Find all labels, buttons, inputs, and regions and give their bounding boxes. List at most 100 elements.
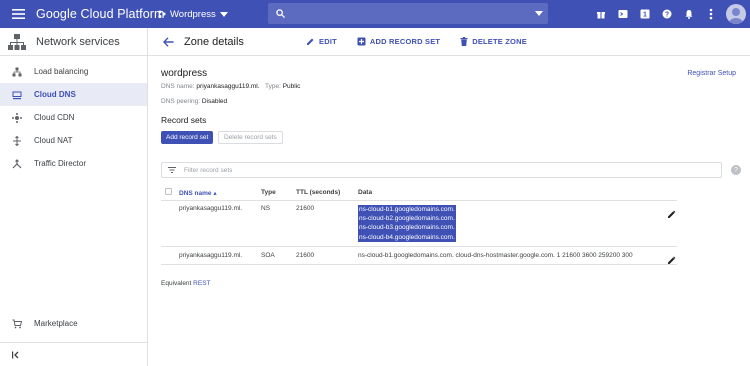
add-box-icon	[357, 37, 366, 46]
sidebar-item-load-balancing[interactable]: Load balancing	[0, 60, 147, 83]
pencil-icon	[307, 38, 314, 45]
delete-zone-button[interactable]: DELETE ZONE	[460, 37, 527, 46]
trash-icon	[460, 37, 468, 46]
record-sets-heading: Record sets	[161, 115, 207, 125]
equivalent-label: Equivalent	[161, 280, 192, 287]
sidebar-item-traffic-director[interactable]: Traffic Director	[0, 152, 147, 175]
row-ttl: 21600	[296, 246, 358, 265]
edit-button[interactable]: EDIT	[306, 37, 337, 46]
ns-record-value: ns-cloud-b4.googledomains.com.	[358, 232, 456, 243]
row-type: NS	[261, 200, 296, 247]
top-app-bar: Google Cloud Platform Wordpress 1 ?	[0, 0, 750, 28]
action-bar: Zone details EDIT ADD RECORD SET DELETE …	[148, 28, 750, 56]
search-expand-icon[interactable]	[530, 11, 548, 16]
search-input[interactable]	[291, 8, 530, 19]
svg-text:1: 1	[643, 12, 647, 19]
type-label: Type:	[264, 83, 281, 90]
dns-icon	[12, 91, 22, 99]
rest-link[interactable]: REST	[193, 280, 210, 287]
type-value: Public	[282, 83, 301, 90]
ns-record-value: ns-cloud-b2.googledomains.com.	[358, 213, 456, 224]
account-avatar[interactable]	[726, 4, 746, 24]
record-sets-table: DNS name ▴ Type TTL (seconds) Data priya…	[161, 186, 677, 265]
zone-peering: DNS peering: Disabled	[161, 98, 227, 105]
dropdown-arrow-icon	[219, 11, 228, 17]
sidebar-title: Network services	[36, 35, 120, 48]
ns-record-value: ns-cloud-b3.googledomains.com.	[358, 223, 456, 233]
cart-icon	[12, 319, 22, 328]
row-dns-name: priyankasaggu119.ml.	[179, 246, 261, 265]
network-services-icon	[8, 33, 26, 50]
sidebar-item-label: Cloud CDN	[34, 113, 75, 122]
dns-name-value: priyankasaggu119.ml.	[196, 83, 260, 90]
sort-ascending-icon: ▴	[213, 189, 217, 197]
filter-input[interactable]	[184, 166, 721, 174]
load-balancing-icon	[12, 67, 22, 76]
project-hierarchy-icon	[158, 10, 166, 18]
help-circle-icon[interactable]: ?	[731, 165, 741, 175]
row-data: ns-cloud-b1.googledomains.com. cloud-dns…	[358, 246, 677, 265]
bell-icon[interactable]	[678, 0, 700, 28]
collapse-sidebar-button[interactable]	[0, 342, 147, 366]
more-vert-icon[interactable]	[700, 0, 722, 28]
page-title: Zone details	[184, 35, 244, 48]
hamburger-menu-icon[interactable]	[0, 0, 36, 28]
add-record-set-label: ADD RECORD SET	[369, 37, 441, 46]
ns-record-value: ns-cloud-b1.googledomains.com.	[358, 204, 456, 214]
gift-icon[interactable]	[590, 0, 612, 28]
sidebar: Network services Load balancing Cloud DN…	[0, 28, 148, 366]
row-dns-name: priyankasaggu119.ml.	[179, 200, 261, 247]
nat-icon	[13, 135, 21, 146]
search-icon	[276, 9, 285, 18]
registrar-setup-link[interactable]: Registrar Setup	[687, 70, 736, 77]
column-ttl: TTL (seconds)	[296, 186, 358, 201]
zone-meta: DNS name: priyankasaggu119.ml. Type: Pub…	[161, 83, 300, 90]
dns-peering-label: DNS peering:	[161, 98, 201, 105]
table-row: priyankasaggu119.ml. SOA 21600 ns-cloud-…	[161, 246, 677, 265]
filter-bar[interactable]	[161, 162, 722, 178]
sidebar-item-cloud-dns[interactable]: Cloud DNS	[0, 83, 147, 106]
equivalent-rest: Equivalent REST	[161, 280, 211, 287]
sidebar-item-label: Marketplace	[34, 319, 78, 328]
dns-peering-value: Disabled	[201, 98, 228, 105]
cdn-icon	[12, 112, 22, 123]
dns-name-label: DNS name:	[161, 83, 195, 90]
select-all-checkbox[interactable]	[161, 186, 179, 201]
sidebar-item-label: Cloud DNS	[34, 90, 76, 99]
edit-label: EDIT	[319, 37, 337, 46]
help-icon[interactable]: ?	[656, 0, 678, 28]
notifications-badge-icon[interactable]: 1	[634, 0, 656, 28]
collapse-left-icon	[12, 351, 19, 358]
sidebar-item-cloud-cdn[interactable]: Cloud CDN	[0, 106, 147, 129]
project-name: Wordpress	[170, 8, 216, 20]
add-record-set-button[interactable]: ADD RECORD SET	[357, 37, 440, 46]
edit-row-pencil-icon[interactable]	[667, 252, 677, 264]
sidebar-header: Network services	[0, 28, 147, 56]
row-type: SOA	[261, 246, 296, 265]
filter-icon	[168, 167, 176, 173]
row-ttl: 21600	[296, 200, 358, 247]
row-data: ns-cloud-b1.googledomains.com. ns-cloud-…	[358, 200, 677, 247]
sidebar-item-marketplace[interactable]: Marketplace	[0, 312, 147, 335]
delete-record-sets-button[interactable]: Delete record sets	[218, 131, 283, 144]
column-dns-name[interactable]: DNS name ▴	[179, 186, 261, 201]
edit-row-pencil-icon[interactable]	[667, 206, 677, 218]
column-type: Type	[261, 186, 296, 201]
zone-name: wordpress	[161, 68, 208, 79]
sidebar-item-label: Cloud NAT	[34, 136, 73, 145]
svg-text:?: ?	[665, 12, 669, 19]
add-record-set-primary-button[interactable]: Add record set	[161, 131, 214, 144]
sidebar-item-label: Load balancing	[34, 67, 89, 76]
column-data: Data	[358, 186, 677, 201]
back-arrow-icon[interactable]	[152, 36, 184, 47]
search-bar[interactable]	[268, 3, 548, 24]
table-row: priyankasaggu119.ml. NS 21600 ns-cloud-b…	[161, 200, 677, 247]
table-header-row: DNS name ▴ Type TTL (seconds) Data	[161, 186, 677, 201]
zone-details-content: wordpress Registrar Setup DNS name: priy…	[148, 56, 750, 366]
cloud-shell-icon[interactable]	[612, 0, 634, 28]
sidebar-item-label: Traffic Director	[34, 159, 87, 168]
sidebar-item-cloud-nat[interactable]: Cloud NAT	[0, 129, 147, 152]
brand-title[interactable]: Google Cloud Platform	[36, 7, 164, 21]
delete-zone-label: DELETE ZONE	[472, 37, 527, 46]
traffic-director-icon	[12, 158, 22, 168]
